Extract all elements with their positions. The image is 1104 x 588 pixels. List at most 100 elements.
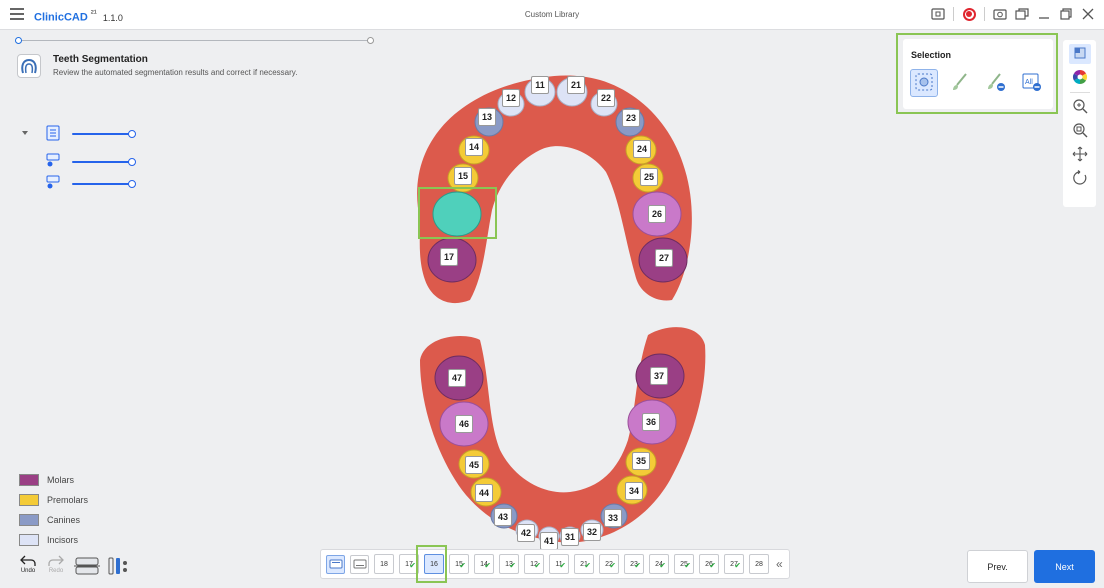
- tooth-chip-25[interactable]: 25 ✔: [674, 554, 694, 574]
- undo-label: Undo: [20, 568, 36, 574]
- tooth-label-45: 45: [465, 456, 483, 474]
- check-icon: ✔: [559, 561, 566, 570]
- rotate-icon: [1072, 169, 1088, 189]
- tooth-chip-15[interactable]: 15 ✔: [449, 554, 469, 574]
- jaw-alignment-button[interactable]: [72, 555, 102, 581]
- tooth-label-34: 34: [625, 482, 643, 500]
- tooth-chip-28[interactable]: 28: [749, 554, 769, 574]
- view-cube-icon: [1073, 46, 1087, 63]
- check-icon: ✔: [534, 561, 541, 570]
- redo-icon: [48, 555, 64, 566]
- check-icon: ✔: [659, 561, 666, 570]
- tooth-chip-14[interactable]: 14 ✔: [474, 554, 494, 574]
- tooth-chip-11[interactable]: 11 ✔: [549, 554, 569, 574]
- legend-item-incisors: Incisors: [19, 530, 88, 550]
- tooth-chip-22[interactable]: 22 ✔: [599, 554, 619, 574]
- pan-button[interactable]: [1069, 145, 1091, 165]
- tooth-label-27: 27: [655, 249, 673, 267]
- upper-jaw-mode-button[interactable]: [326, 554, 345, 574]
- tooth-label-37: 37: [650, 367, 668, 385]
- tooth-label-23: 23: [622, 109, 640, 127]
- legend-label-canines: Canines: [47, 515, 81, 525]
- selection-panel-highlight: [896, 33, 1058, 114]
- tooth-label-35: 35: [632, 452, 650, 470]
- redo-button[interactable]: Redo: [44, 555, 68, 581]
- check-icon: ✔: [684, 561, 691, 570]
- tooth-chip-27[interactable]: 27 ✔: [724, 554, 744, 574]
- tooth-chip-label: 18: [380, 560, 388, 568]
- check-icon: ✔: [409, 561, 416, 570]
- zoom-fit-button[interactable]: [1069, 121, 1091, 141]
- tooth-navigation-strip: 18 17 ✔ 16 15 ✔ 14 ✔ 13 ✔ 12 ✔ 11 ✔ 21 ✔ 22 ✔ 23 ✔ 24 ✔ 25 ✔ 26 ✔…: [320, 549, 790, 579]
- tooth-label-26: 26: [648, 205, 666, 223]
- tooth-tools-icon: [108, 557, 127, 575]
- legend-swatch-incisors: [19, 534, 39, 546]
- tooth-chip-23[interactable]: 23 ✔: [624, 554, 644, 574]
- pan-icon: [1072, 146, 1088, 165]
- tooth-chip-24[interactable]: 24 ✔: [649, 554, 669, 574]
- undo-icon: [20, 555, 36, 566]
- tooth-label-46: 46: [455, 415, 473, 433]
- jaw-alignment-icon: [74, 557, 100, 575]
- lower-jaw-mode-icon: [353, 559, 366, 569]
- upper-jaw-mode-icon: [329, 559, 342, 569]
- color-wheel-button[interactable]: [1069, 68, 1091, 88]
- tooth-label-21: 21: [567, 76, 585, 94]
- bottom-toolbar: Undo Redo: [16, 555, 130, 581]
- tooth-chip-21[interactable]: 21 ✔: [574, 554, 594, 574]
- tooth-label-25: 25: [640, 168, 658, 186]
- check-icon: ✔: [484, 561, 491, 570]
- tooth-label-12: 12: [502, 89, 520, 107]
- color-wheel-icon: [1072, 69, 1088, 88]
- tooth-type-legend: Molars Premolars Canines Incisors: [19, 470, 88, 550]
- tooth-label-11: 11: [531, 76, 549, 94]
- legend-item-molars: Molars: [19, 470, 88, 490]
- check-icon: ✔: [459, 561, 466, 570]
- rotate-button[interactable]: [1069, 169, 1091, 189]
- tooth-chip-18[interactable]: 18: [374, 554, 394, 574]
- tooth-label-41: 41: [540, 532, 558, 550]
- prev-button[interactable]: Prev.: [967, 550, 1028, 583]
- tooth-label-15: 15: [454, 167, 472, 185]
- check-icon: ✔: [709, 561, 716, 570]
- legend-item-premolars: Premolars: [19, 490, 88, 510]
- legend-label-premolars: Premolars: [47, 495, 89, 505]
- next-button[interactable]: Next: [1034, 550, 1095, 583]
- zoom-fit-icon: [1072, 122, 1088, 141]
- check-icon: ✔: [634, 561, 641, 570]
- check-icon: ✔: [584, 561, 591, 570]
- tooth-label-32: 32: [583, 523, 601, 541]
- tooth-label-43: 43: [494, 508, 512, 526]
- redo-label: Redo: [48, 568, 64, 574]
- tooth-label-36: 36: [642, 413, 660, 431]
- legend-label-molars: Molars: [47, 475, 75, 485]
- tooth-label-42: 42: [517, 524, 535, 542]
- tooth-chip-26[interactable]: 26 ✔: [699, 554, 719, 574]
- tooth-chip-13[interactable]: 13 ✔: [499, 554, 519, 574]
- legend-swatch-molars: [19, 474, 39, 486]
- tooth-label-44: 44: [475, 484, 493, 502]
- tooth-label-33: 33: [604, 509, 622, 527]
- tooth-label-24: 24: [633, 140, 651, 158]
- tooth-tools-button[interactable]: [106, 555, 130, 581]
- lower-jaw-mode-button[interactable]: [350, 554, 369, 574]
- selected-chip-highlight: [416, 545, 447, 583]
- check-icon: ✔: [734, 561, 741, 570]
- zoom-in-icon: [1072, 98, 1088, 117]
- tooth-label-47: 47: [448, 369, 466, 387]
- zoom-in-button[interactable]: [1069, 97, 1091, 117]
- tooth-label-31: 31: [561, 528, 579, 546]
- tooth-label-17: 17: [440, 248, 458, 266]
- view-cube-button[interactable]: [1068, 44, 1091, 64]
- undo-button[interactable]: Undo: [16, 555, 40, 581]
- check-icon: ✔: [609, 561, 616, 570]
- tooth-label-13: 13: [478, 108, 496, 126]
- legend-swatch-canines: [19, 514, 39, 526]
- right-toolbar: [1063, 40, 1096, 207]
- tooth-chip-label: 28: [755, 560, 763, 568]
- legend-label-incisors: Incisors: [47, 535, 79, 545]
- tooth-label-22: 22: [597, 89, 615, 107]
- tooth-label-14: 14: [465, 138, 483, 156]
- tooth-chip-12[interactable]: 12 ✔: [524, 554, 544, 574]
- collapse-strip-icon[interactable]: «: [776, 557, 783, 571]
